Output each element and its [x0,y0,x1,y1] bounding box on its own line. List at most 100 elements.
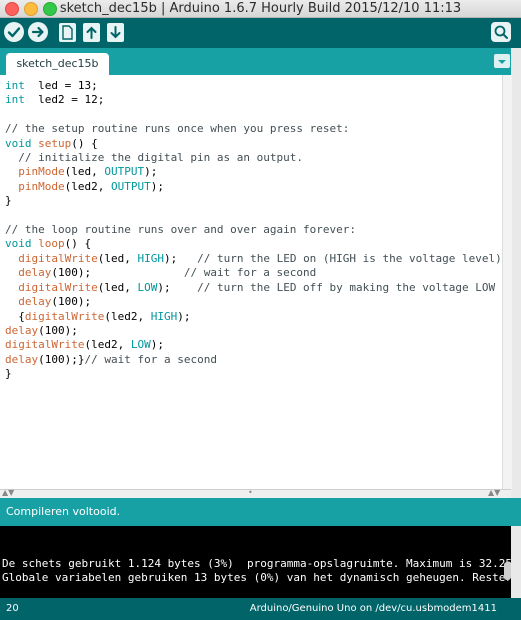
code-token: digitalWrite [18,251,98,265]
code-token: (led, [97,280,138,294]
window-title: sketch_dec15b | Arduino 1.6.7 Hourly Bui… [59,1,462,16]
code-token: HIGH [150,309,178,323]
code-token: delay [5,352,39,366]
code-line[interactable]: int led = 13; [5,79,502,93]
serial-monitor-button[interactable] [491,22,511,42]
code-token: // the setup routine runs once when you … [5,122,350,136]
console-output[interactable]: De schets gebruikt 1.124 bytes (3%) prog… [0,526,511,598]
code-token: int [5,79,25,92]
code-token: setup [31,136,72,150]
code-text[interactable]: int led = 13; int led2 = 12; // the setup… [0,75,502,382]
magnifier-icon [494,25,508,39]
window-edge [511,48,521,618]
tab-menu-button[interactable] [494,54,510,68]
code-line[interactable]: delay(100); // wait for a second [5,266,502,280]
code-line[interactable]: void loop() { [5,237,502,251]
upload-button[interactable] [28,22,48,42]
code-line[interactable]: digitalWrite(led2, LOW); [5,338,502,352]
code-token: pinMode [18,165,65,179]
code-token: // the loop routine runs over and over a… [5,223,356,237]
board-port-info: Arduino/Genuino Uno on /dev/cu.usbmodem1… [249,603,497,614]
new-button[interactable] [59,23,76,42]
divider-arrows-right-icon: ▲▼ [488,488,501,497]
open-button[interactable] [83,23,100,42]
code-line[interactable]: {digitalWrite(led2, HIGH); [5,310,502,324]
code-line[interactable]: delay(100);}// wait for a second [5,353,502,367]
code-token: ); [157,280,171,294]
code-line[interactable]: // the loop routine runs over and over a… [5,223,502,237]
code-line[interactable] [5,108,502,122]
code-token: led = 13; [24,79,98,92]
code-editor[interactable]: int led = 13; int led2 = 12; // the setup… [0,75,502,489]
line-number: 20 [6,603,19,614]
code-token: LOW [130,338,151,352]
code-token: delay [18,295,52,309]
code-token: loop [31,237,65,251]
tab-bar: sketch_dec15b [0,48,521,75]
code-token: ); [177,309,191,323]
console-line: De schets gebruikt 1.124 bytes (3%) prog… [2,557,511,570]
code-line[interactable]: delay(100); [5,324,502,338]
code-token: digitalWrite [18,280,98,294]
save-button[interactable] [107,23,124,42]
verify-button[interactable] [4,22,24,42]
code-token: digitalWrite [5,338,85,352]
checkmark-icon [7,27,21,38]
arrow-right-icon [31,26,44,38]
code-token: digitalWrite [24,309,105,323]
status-message: Compileren voltooid. [6,505,121,518]
code-token: // initialize the digital pin as an outp… [5,151,304,165]
code-token: // wait for a second [91,266,317,280]
status-bar: Compileren voltooid. [0,498,521,526]
tab-sketch[interactable]: sketch_dec15b [6,53,109,75]
code-token: ); [163,251,178,265]
code-line[interactable]: pinMode(led2, OUTPUT); [5,180,502,194]
console-line: Globale variabelen gebruiken 13 bytes (0… [2,571,511,584]
code-token: ); [150,338,164,352]
code-token: HIGH [137,251,164,265]
toolbar [0,18,521,48]
editor-scrollbar[interactable] [502,75,512,489]
code-line[interactable]: // the setup routine runs once when you … [5,122,502,136]
code-line[interactable]: } [5,194,502,208]
code-token: (led, [97,251,138,265]
code-line[interactable]: digitalWrite(led, HIGH); // turn the LED… [5,252,502,266]
code-line[interactable]: int led2 = 12; [5,93,502,107]
new-file-icon [62,25,73,40]
divider-handle-icon: • [248,488,253,497]
code-line[interactable]: // initialize the digital pin as an outp… [5,151,502,165]
code-token: void [5,136,32,150]
arrow-up-icon [86,26,97,39]
code-token: (led, [64,165,105,179]
code-line[interactable]: } [5,367,502,381]
code-token: () { [71,136,98,150]
title-bar: sketch_dec15b | Arduino 1.6.7 Hourly Bui… [0,0,521,18]
code-line[interactable]: delay(100); [5,295,502,309]
code-token: ); [144,165,158,179]
code-token: led2 = 12; [24,93,105,107]
code-token: (100); [51,295,92,309]
code-token: // turn the LED on (HIGH is the voltage … [177,251,502,265]
chevron-down-icon [498,60,506,64]
footer-bar: 20 Arduino/Genuino Uno on /dev/cu.usbmod… [0,598,521,620]
code-token: OUTPUT [110,179,151,193]
code-line[interactable] [5,209,502,223]
code-token: (led2, [104,309,151,323]
code-token: } [5,367,12,381]
code-line[interactable]: digitalWrite(led, LOW); // turn the LED … [5,281,502,295]
console-scrollbar[interactable] [504,562,511,580]
code-token: (100); [51,266,92,280]
code-line[interactable]: void setup() { [5,137,502,151]
code-token: void [5,237,32,251]
code-token: LOW [137,280,158,294]
code-token: // wait for a second [84,352,217,366]
code-token: (led2, [64,179,111,193]
code-line[interactable]: pinMode(led, OUTPUT); [5,165,502,179]
code-token: OUTPUT [104,165,145,179]
code-token: // turn the LED off by making the voltag… [170,280,496,294]
divider-arrows-left-icon: ▲▼ [2,488,15,497]
